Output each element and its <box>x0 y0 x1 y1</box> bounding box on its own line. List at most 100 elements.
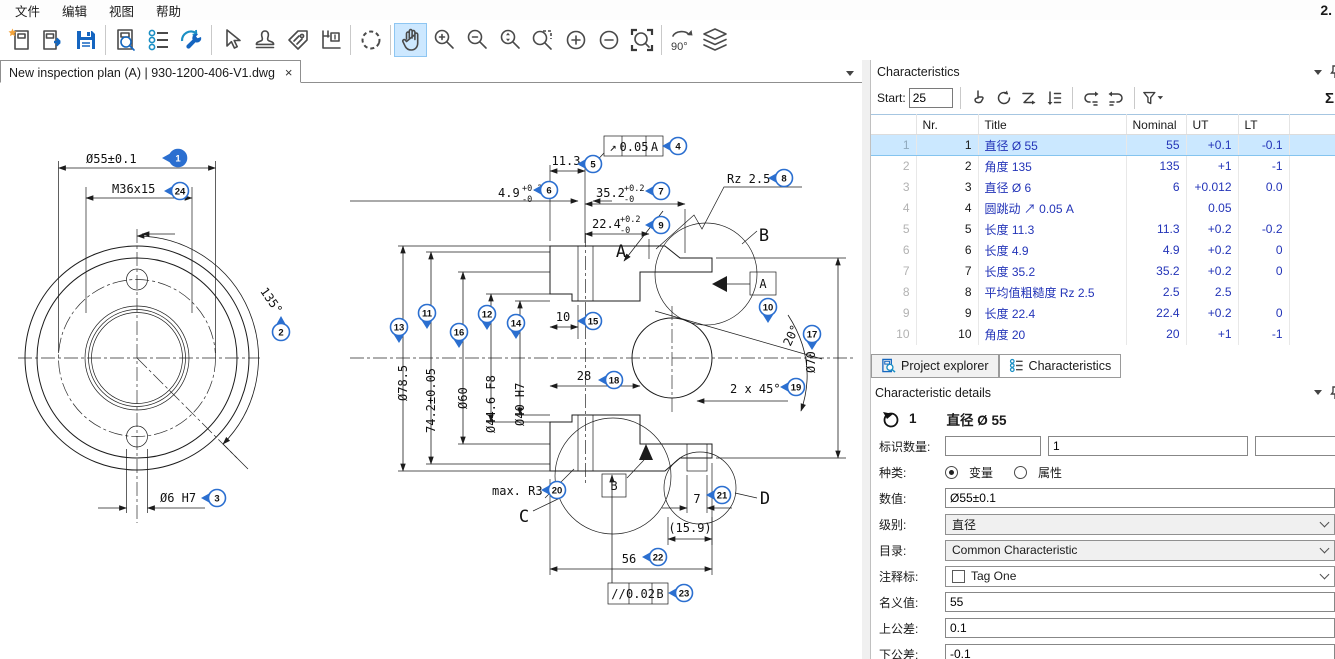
table-row[interactable]: 77长度 35.235.2+0.20 <box>871 261 1335 282</box>
rotate-90-button[interactable]: 90° <box>665 23 698 57</box>
balloon-23[interactable]: 23 <box>668 585 693 602</box>
tab-project-explorer[interactable]: Project explorer <box>871 354 999 378</box>
tag-button[interactable] <box>281 23 314 57</box>
zoom-out-button[interactable] <box>460 23 493 57</box>
table-row[interactable]: 99长度 22.422.4+0.20 <box>871 303 1335 324</box>
balloon-13[interactable]: 13 <box>391 319 408 344</box>
col-title[interactable]: Title <box>978 115 1126 135</box>
settings-wrench-button[interactable] <box>175 23 208 57</box>
id-quantity-input-3[interactable] <box>1255 436 1335 456</box>
balloon-4[interactable]: 4 <box>662 138 687 155</box>
balloon-2[interactable]: 2 <box>273 316 290 341</box>
balloon-12[interactable]: 12 <box>479 306 496 331</box>
balloon-5[interactable]: 5 <box>577 156 602 173</box>
balloon-9[interactable]: 9 <box>645 217 670 234</box>
table-row[interactable]: 1010角度 2020+1-1 <box>871 324 1335 345</box>
tag-select[interactable]: Tag One <box>945 566 1335 587</box>
tab-list-caret-icon[interactable] <box>846 71 854 76</box>
panel-menu-caret-icon[interactable] <box>1314 70 1322 75</box>
close-icon[interactable]: × <box>285 68 293 78</box>
table-row[interactable]: 88平均值粗糙度 Rz 2.52.52.5 <box>871 282 1335 303</box>
zoom-fit-button[interactable] <box>625 23 658 57</box>
radio-variable-label[interactable]: 变量 <box>969 464 993 481</box>
catalog-select[interactable]: Common Characteristic <box>945 540 1335 561</box>
col-index[interactable] <box>871 115 916 135</box>
balloon-11[interactable]: 11 <box>419 305 436 330</box>
nominal-input[interactable] <box>945 592 1335 612</box>
col-nr[interactable]: Nr. <box>916 115 978 135</box>
table-row[interactable]: 66长度 4.94.9+0.20 <box>871 240 1335 261</box>
open-plan-button[interactable] <box>36 23 69 57</box>
panel-splitter[interactable] <box>862 60 870 659</box>
balloon-1[interactable]: 1 <box>162 150 187 167</box>
pin-icon[interactable] <box>1328 386 1335 400</box>
stamp-button[interactable] <box>248 23 281 57</box>
radio-variable[interactable] <box>945 466 958 479</box>
inspect-document-button[interactable] <box>109 23 142 57</box>
value-input[interactable] <box>945 488 1335 508</box>
balloon-22[interactable]: 22 <box>642 549 667 566</box>
details-menu-caret-icon[interactable] <box>1314 390 1322 395</box>
balloon-24[interactable]: 24 <box>164 183 189 200</box>
zoom-window-button[interactable] <box>526 23 559 57</box>
level-select[interactable]: 直径 <box>945 514 1335 535</box>
col-lt[interactable]: LT <box>1238 115 1289 135</box>
dwg-canvas[interactable]: Ø55±0.1 M36x15 135° Ø6 H7 <box>0 83 862 659</box>
filter-icon[interactable] <box>1142 87 1164 109</box>
pin-icon[interactable] <box>1328 65 1335 79</box>
save-button[interactable] <box>69 23 102 57</box>
upper-tolerance-input[interactable] <box>945 618 1335 638</box>
tag-checkbox[interactable] <box>952 570 965 583</box>
characteristics-list-button[interactable] <box>142 23 175 57</box>
renumber-forward-icon[interactable] <box>1080 87 1102 109</box>
layers-button[interactable] <box>698 23 731 57</box>
balloon-3[interactable]: 3 <box>201 490 226 507</box>
increase-button[interactable] <box>559 23 592 57</box>
lower-tolerance-input[interactable] <box>945 644 1335 659</box>
id-quantity-input-1[interactable] <box>945 436 1041 456</box>
freehand-select-button[interactable] <box>354 23 387 57</box>
balloon-10[interactable]: 10 <box>760 299 777 324</box>
menu-help[interactable]: 帮助 <box>145 0 192 22</box>
balloon-7[interactable]: 7 <box>645 183 670 200</box>
menu-view[interactable]: 视图 <box>98 0 145 22</box>
radio-attribute[interactable] <box>1014 466 1027 479</box>
balloon-15[interactable]: 15 <box>577 313 602 330</box>
corner-dimension-button[interactable] <box>314 23 347 57</box>
pick-hand-icon[interactable] <box>968 87 990 109</box>
balloon-14[interactable]: 14 <box>508 315 525 340</box>
renumber-back-icon[interactable] <box>1105 87 1127 109</box>
document-tab[interactable]: New inspection plan (A) | 930-1200-406-V… <box>0 60 301 83</box>
tab-characteristics[interactable]: Characteristics <box>999 354 1122 378</box>
balloon-8[interactable]: 8 <box>768 170 793 187</box>
zigzag-order-icon[interactable] <box>1018 87 1040 109</box>
sort-list-icon[interactable] <box>1043 87 1065 109</box>
table-row[interactable]: 22角度 135135+1-1 <box>871 156 1335 177</box>
pan-hand-button[interactable] <box>394 23 427 57</box>
table-row[interactable]: 55长度 11.311.3+0.2-0.2 <box>871 219 1335 240</box>
zoom-in-button[interactable] <box>427 23 460 57</box>
decrease-button[interactable] <box>592 23 625 57</box>
menu-file[interactable]: 文件 <box>4 0 51 22</box>
select-cursor-button[interactable] <box>215 23 248 57</box>
table-row[interactable]: 33直径 Ø 66+0.0120.0 <box>871 177 1335 198</box>
balloon-19[interactable]: 19 <box>780 379 805 396</box>
col-nominal[interactable]: Nominal <box>1126 115 1186 135</box>
table-row[interactable]: 44圆跳动 ↗ 0.05 A0.05 <box>871 198 1335 219</box>
balloon-16[interactable]: 16 <box>451 324 468 349</box>
id-quantity-input-2[interactable] <box>1048 436 1248 456</box>
sum-label[interactable]: Σ <box>1325 90 1334 107</box>
balloon-20[interactable]: 20 <box>541 482 566 499</box>
balloon-17[interactable]: 17 <box>804 326 821 351</box>
balloon-21[interactable]: 21 <box>706 487 731 504</box>
start-input[interactable] <box>909 88 953 108</box>
col-ut[interactable]: UT <box>1186 115 1238 135</box>
radio-attribute-label[interactable]: 属性 <box>1038 464 1062 481</box>
table-row[interactable]: 11直径 Ø 5555+0.1-0.1 <box>871 135 1335 156</box>
refresh-icon[interactable] <box>993 87 1015 109</box>
menu-edit[interactable]: 编辑 <box>51 0 98 22</box>
new-inspection-plan-button[interactable] <box>3 23 36 57</box>
zoom-dynamic-button[interactable] <box>493 23 526 57</box>
dim-tol-sub: -0 <box>624 195 634 205</box>
datum-b-label: B <box>610 479 617 493</box>
